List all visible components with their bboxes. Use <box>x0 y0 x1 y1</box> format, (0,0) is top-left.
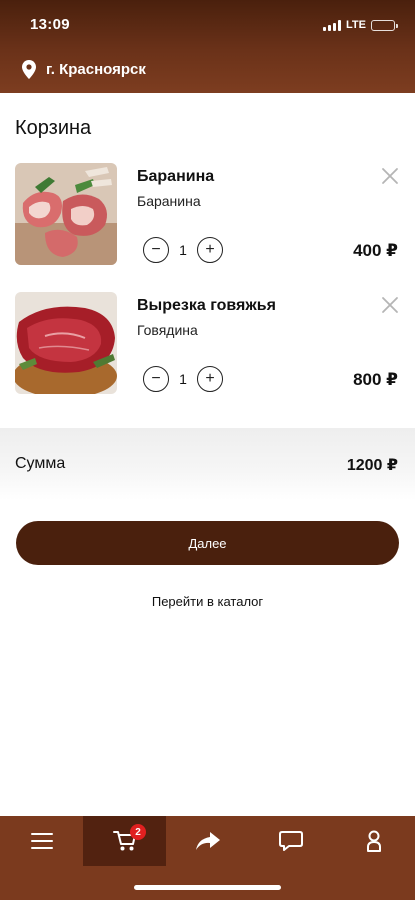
remove-item-icon[interactable] <box>381 167 399 185</box>
tab-cart[interactable]: 2 <box>83 816 166 866</box>
product-name: Вырезка говяжья <box>137 297 276 314</box>
product-category: Баранина <box>137 193 201 209</box>
cart-count-badge: 2 <box>130 824 146 840</box>
tab-menu[interactable] <box>0 816 83 866</box>
product-price: 400 ₽ <box>353 241 398 260</box>
network-type: LTE <box>346 19 366 31</box>
tab-chat[interactable] <box>249 816 332 866</box>
page-title: Корзина <box>15 117 92 139</box>
go-to-catalog-link[interactable]: Перейти в каталог <box>0 594 415 609</box>
decrease-quantity-button[interactable]: − <box>143 366 169 392</box>
remove-item-icon[interactable] <box>381 296 399 314</box>
status-time: 13:09 <box>30 16 70 33</box>
product-image-lamb[interactable] <box>15 163 117 265</box>
chat-icon <box>278 831 303 851</box>
cart-item: Вырезка говяжья Говядина − 1 + 800 ₽ <box>0 292 415 402</box>
product-name: Баранина <box>137 168 215 185</box>
status-bar: 13:09 LTE <box>0 15 415 37</box>
bottom-tab-bar: 2 <box>0 816 415 900</box>
quantity-value: 1 <box>179 242 187 258</box>
share-arrow-icon <box>195 832 220 850</box>
location-selector[interactable]: г. Красноярск <box>22 60 146 79</box>
tab-share[interactable] <box>166 816 249 866</box>
decrease-quantity-button[interactable]: − <box>143 237 169 263</box>
status-indicators: LTE <box>323 19 398 31</box>
map-pin-icon <box>22 60 36 79</box>
menu-icon <box>30 833 53 849</box>
order-summary: Сумма 1200 ₽ <box>0 428 415 500</box>
increase-quantity-button[interactable]: + <box>197 366 223 392</box>
quantity-stepper: − 1 + <box>143 366 223 392</box>
next-button[interactable]: Далее <box>16 521 399 565</box>
profile-icon <box>366 830 381 852</box>
cart-item: Баранина Баранина − 1 + 400 ₽ <box>0 163 415 273</box>
battery-icon <box>371 19 398 31</box>
home-indicator <box>134 885 281 890</box>
tab-profile[interactable] <box>332 816 415 866</box>
total-label: Сумма <box>15 455 66 472</box>
product-price: 800 ₽ <box>353 370 398 389</box>
product-image-beef[interactable] <box>15 292 117 394</box>
location-city: г. Красноярск <box>46 61 146 78</box>
signal-icon <box>323 19 342 31</box>
product-category: Говядина <box>137 322 198 338</box>
total-value: 1200 ₽ <box>346 457 398 474</box>
increase-quantity-button[interactable]: + <box>197 237 223 263</box>
app-header: 13:09 LTE г. Красноярск <box>0 0 415 93</box>
quantity-stepper: − 1 + <box>143 237 223 263</box>
quantity-value: 1 <box>179 371 187 387</box>
